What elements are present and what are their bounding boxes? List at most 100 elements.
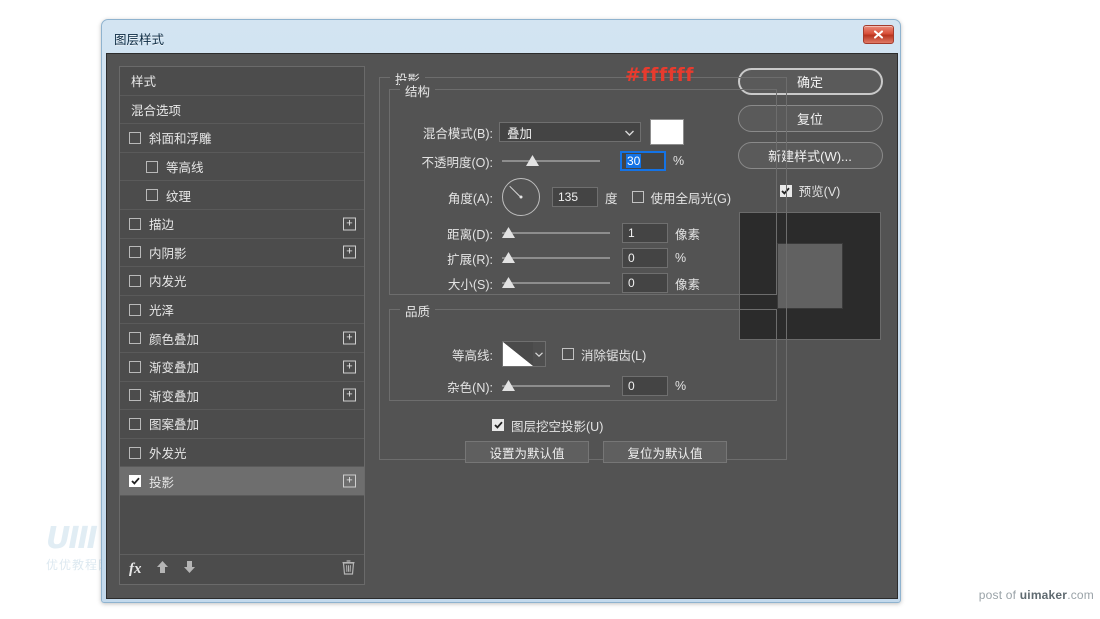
checkbox-icon[interactable] [129,475,141,488]
checkbox-icon[interactable] [129,217,141,230]
checkbox-icon[interactable] [146,160,158,173]
sidebar-item-inner-shadow[interactable]: 内阴影 + [120,239,364,268]
noise-label: 杂色(N): [447,380,493,395]
knockout-checkbox[interactable] [492,419,504,431]
checkbox-icon[interactable] [129,246,141,259]
sidebar-item-satin[interactable]: 光泽 [120,296,364,325]
noise-value: 0 [628,379,635,393]
sidebar-item-drop-shadow[interactable]: 投影 + [120,467,364,496]
preview-toggle-row: 预览(V) [779,181,840,200]
size-slider[interactable] [502,276,610,290]
spread-slider[interactable] [502,251,610,265]
screenshot-root: UIII 优优教程网 post of uimaker.com 图层样式 样式 混… [0,0,1100,619]
sidebar-item-label: 颜色叠加 [149,332,200,347]
effects-sidebar: 样式 混合选项 斜面和浮雕 等高线 纹理 描边 + 内阴影 + 内发光 光泽 颜… [119,66,365,585]
noise-slider[interactable] [502,379,610,393]
spread-input[interactable]: 0 [622,248,668,268]
annotation-hex-color: #ffffff [625,64,695,86]
slider-track [502,385,610,387]
sidebar-item-label: 图案叠加 [149,418,200,433]
chevron-down-icon[interactable] [533,342,545,366]
checkbox-icon[interactable] [129,332,141,345]
watermark-right-suffix: .com [1067,588,1094,602]
size-value: 0 [628,276,635,290]
sidebar-item-blending-options[interactable]: 混合选项 [120,96,364,125]
sidebar-item-texture[interactable]: 纹理 [120,181,364,210]
fx-icon[interactable]: fx [129,561,142,578]
quality-group-title: 品质 [400,301,436,320]
checkbox-icon[interactable] [146,189,158,202]
angle-dial[interactable] [502,178,540,216]
checkbox-icon[interactable] [129,417,141,430]
opacity-label: 不透明度(O): [421,155,493,170]
add-effect-icon[interactable]: + [343,360,356,374]
window-title: 图层样式 [114,33,165,47]
add-effect-icon[interactable]: + [343,474,356,488]
checkbox-icon[interactable] [129,274,141,287]
close-icon[interactable] [863,25,894,44]
add-effect-icon[interactable]: + [343,331,356,345]
sidebar-item-contour[interactable]: 等高线 [120,153,364,182]
sidebar-item-label: 外发光 [149,447,187,462]
sidebar-item-bevel-emboss[interactable]: 斜面和浮雕 [120,124,364,153]
noise-input[interactable]: 0 [622,376,668,396]
sidebar-item-inner-glow[interactable]: 内发光 [120,267,364,296]
blend-mode-select[interactable]: 叠加 [499,122,641,142]
size-unit: 像素 [675,277,701,292]
add-effect-icon[interactable]: + [343,388,356,402]
angle-input[interactable]: 135 [552,187,598,207]
sidebar-item-pattern-overlay[interactable]: 图案叠加 [120,410,364,439]
watermark-right: post of uimaker.com [979,588,1094,602]
sidebar-item-label: 样式 [131,75,157,90]
make-default-button[interactable]: 设置为默认值 [465,441,589,463]
sidebar-item-label: 内发光 [149,275,187,290]
slider-track [502,257,610,259]
layer-style-window: 图层样式 样式 混合选项 斜面和浮雕 等高线 纹理 描边 + 内阴影 + 内发光… [101,19,901,603]
distance-input[interactable]: 1 [622,223,668,243]
contour-label: 等高线: [452,348,493,363]
move-down-icon[interactable] [183,560,196,579]
checkbox-icon[interactable] [129,303,141,316]
move-up-icon[interactable] [156,560,169,579]
size-input[interactable]: 0 [622,273,668,293]
contour-row: 等高线: 消除锯齿(L) [397,340,777,368]
distance-slider[interactable] [502,226,610,240]
watermark-right-brand: uimaker [1019,588,1068,602]
opacity-input[interactable]: 30 [620,151,666,171]
distance-label: 距离(D): [447,227,493,242]
blend-mode-row: 混合模式(B): 叠加 [397,119,777,145]
watermark-right-prefix: post of [978,588,1020,602]
spread-row: 扩展(R): 0 % [397,248,777,268]
blend-mode-label: 混合模式(B): [422,126,493,141]
distance-row: 距离(D): 1 像素 [397,223,777,243]
add-effect-icon[interactable]: + [343,245,356,259]
checkbox-icon[interactable] [129,131,141,144]
add-effect-icon[interactable]: + [343,217,356,231]
window-titlebar: 图层样式 [106,24,896,53]
sidebar-item-gradient-overlay[interactable]: 渐变叠加 + [120,353,364,382]
sidebar-item-label: 描边 [149,218,175,233]
global-light-checkbox[interactable] [631,191,644,203]
sidebar-item-styles[interactable]: 样式 [120,67,364,96]
delete-icon[interactable] [342,559,355,580]
checkbox-icon[interactable] [129,389,141,402]
opacity-slider[interactable] [502,154,600,168]
contour-preset-picker[interactable] [502,341,546,367]
sidebar-item-stroke[interactable]: 描边 + [120,210,364,239]
sidebar-item-label: 投影 [149,475,175,490]
noise-unit: % [675,379,687,393]
distance-value: 1 [628,226,635,240]
layer-style-dialog: 样式 混合选项 斜面和浮雕 等高线 纹理 描边 + 内阴影 + 内发光 光泽 颜… [106,53,898,599]
sidebar-item-color-overlay[interactable]: 颜色叠加 + [120,324,364,353]
effects-footer-toolbar: fx [120,554,364,584]
checkbox-icon[interactable] [129,360,141,373]
slider-track [502,160,600,162]
checkbox-icon[interactable] [129,446,141,459]
sidebar-item-outer-glow[interactable]: 外发光 [120,439,364,468]
distance-unit: 像素 [675,227,701,242]
reset-default-button[interactable]: 复位为默认值 [603,441,727,463]
antialias-checkbox[interactable] [562,348,574,360]
sidebar-item-gradient-overlay-2[interactable]: 渐变叠加 + [120,382,364,411]
spread-label: 扩展(R): [447,252,493,267]
shadow-color-swatch[interactable] [650,119,684,145]
